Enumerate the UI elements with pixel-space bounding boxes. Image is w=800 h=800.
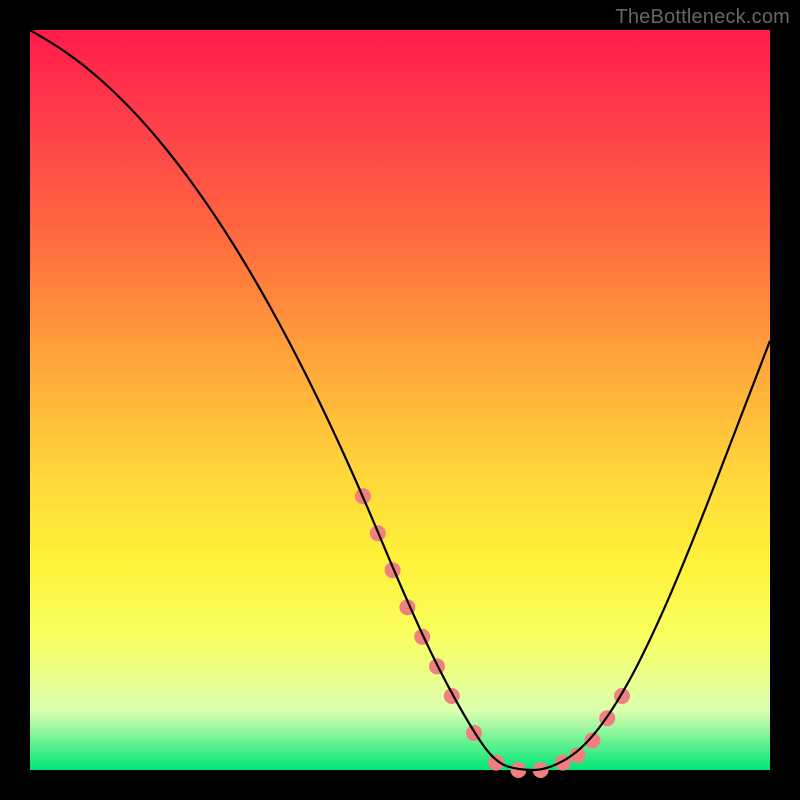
curve-svg (30, 30, 770, 770)
chart-frame: TheBottleneck.com (0, 0, 800, 800)
plot-area (30, 30, 770, 770)
marker-group (355, 488, 630, 778)
watermark-label: TheBottleneck.com (615, 6, 790, 29)
bottleneck-curve-path (30, 30, 770, 770)
